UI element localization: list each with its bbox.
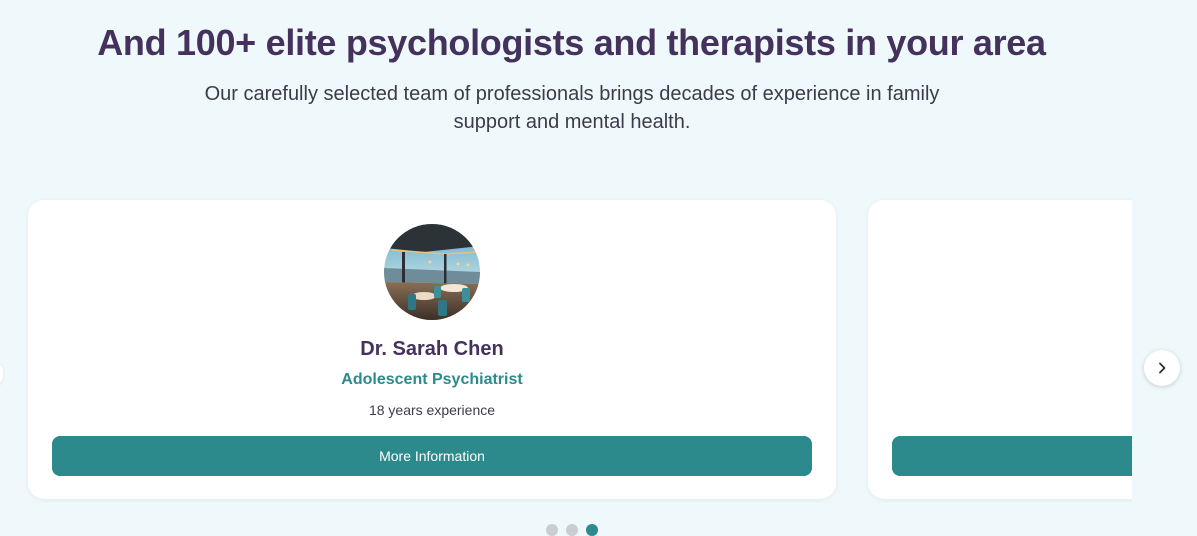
therapist-card-next — [868, 200, 1132, 499]
next-slide-button[interactable] — [1144, 350, 1180, 386]
pagination-dot[interactable] — [566, 524, 578, 536]
more-information-button-next[interactable] — [892, 436, 1132, 476]
carousel-pagination — [546, 524, 598, 536]
section-subtitle: Our carefully selected team of professio… — [204, 83, 940, 133]
therapist-carousel: Dr. Sarah Chen Adolescent Psychiatrist 1… — [0, 190, 1132, 510]
therapist-role: Adolescent Psychiatrist — [341, 371, 523, 388]
therapist-experience: 18 years experience — [368, 402, 496, 418]
chevron-right-icon — [1159, 362, 1166, 374]
therapist-card: Dr. Sarah Chen Adolescent Psychiatrist 1… — [28, 200, 836, 499]
pagination-dot-active[interactable] — [586, 524, 598, 536]
section-heading: And 100+ elite psychologists and therapi… — [97, 22, 1046, 63]
pagination-dot[interactable] — [546, 524, 558, 536]
avatar — [384, 224, 480, 320]
more-information-button[interactable]: More Information — [52, 436, 812, 476]
therapist-name: Dr. Sarah Chen — [360, 338, 504, 360]
